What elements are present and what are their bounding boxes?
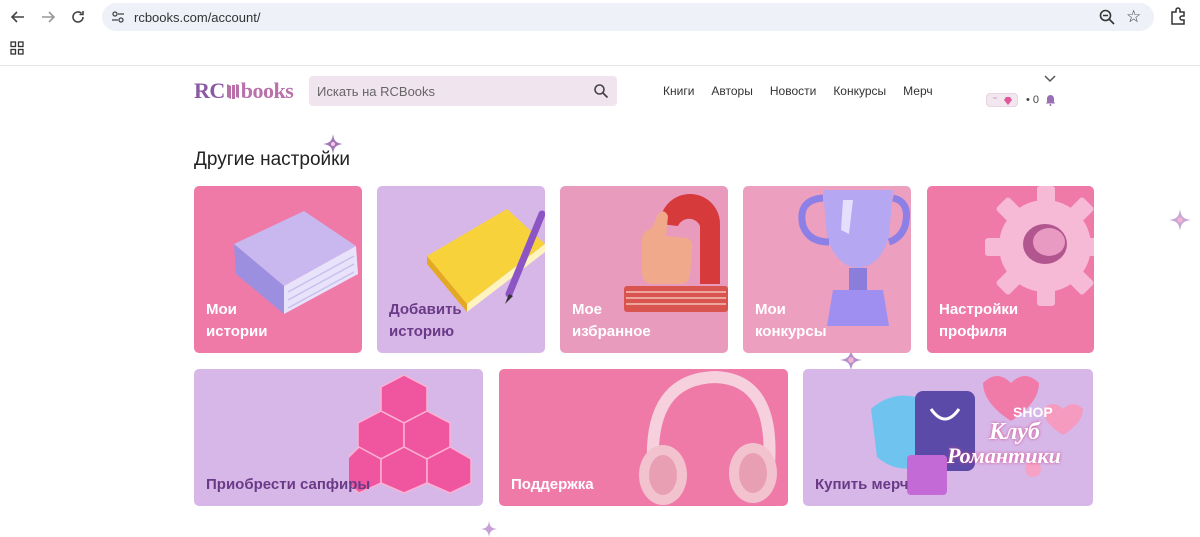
gem-icon bbox=[993, 97, 1012, 105]
bell-icon[interactable] bbox=[1045, 94, 1056, 106]
logo-book-icon bbox=[226, 84, 239, 99]
card-buy-merch[interactable]: SHOP Клуб Романтики Купить мерч bbox=[803, 369, 1093, 506]
chevron-down-icon[interactable] bbox=[1044, 74, 1056, 84]
card-add-story[interactable]: Добавить историю bbox=[377, 186, 545, 353]
merch-romance-text: Романтики bbox=[947, 443, 1061, 468]
search-input[interactable] bbox=[309, 76, 579, 106]
card-label: Поддержка bbox=[511, 476, 594, 493]
card-label: Мои конкурсы bbox=[755, 301, 827, 340]
sparkle-icon bbox=[1169, 209, 1191, 231]
back-arrow-icon[interactable] bbox=[7, 6, 29, 28]
nav-merch[interactable]: Мерч bbox=[903, 84, 932, 98]
apps-grid-icon[interactable] bbox=[10, 41, 24, 55]
address-bar[interactable]: rcbooks.com/account/ ☆ bbox=[102, 3, 1154, 31]
top-navigation: Книги Авторы Новости Конкурсы Мерч bbox=[663, 84, 950, 98]
logo-books: books bbox=[240, 78, 294, 103]
card-label: Мое избранное bbox=[572, 301, 651, 340]
nav-books[interactable]: Книги bbox=[663, 84, 694, 98]
nav-contests[interactable]: Конкурсы bbox=[833, 84, 886, 98]
thumbs-up-icon bbox=[624, 194, 728, 312]
card-label: Настройки профиля bbox=[939, 301, 1019, 340]
browser-chrome: rcbooks.com/account/ ☆ bbox=[0, 0, 1200, 66]
card-favorites[interactable]: Мое избранное bbox=[560, 186, 728, 353]
bookmark-star-icon[interactable]: ☆ bbox=[1126, 7, 1141, 27]
card-support[interactable]: Поддержка bbox=[499, 369, 788, 506]
reload-icon[interactable] bbox=[67, 6, 89, 28]
logo-rc: RC bbox=[194, 78, 225, 103]
sapphire-balance-chip[interactable] bbox=[986, 93, 1018, 107]
card-label: Купить мерч bbox=[815, 476, 909, 493]
card-my-stories[interactable]: Мои истории bbox=[194, 186, 362, 353]
nav-authors[interactable]: Авторы bbox=[711, 84, 752, 98]
notebook-pencil-icon bbox=[427, 209, 545, 312]
notification-count: • 0 bbox=[1026, 94, 1040, 106]
site-logo[interactable]: RC books bbox=[194, 78, 294, 106]
nav-news[interactable]: Новости bbox=[770, 84, 816, 98]
search-box bbox=[309, 76, 617, 106]
card-label: Приобрести сапфиры bbox=[206, 476, 371, 493]
card-my-contests[interactable]: Мои конкурсы bbox=[743, 186, 911, 353]
zoom-icon[interactable] bbox=[1098, 8, 1116, 26]
book-icon bbox=[234, 211, 358, 314]
card-profile-settings[interactable]: Настройки профиля bbox=[927, 186, 1094, 353]
forward-arrow-icon[interactable] bbox=[37, 6, 59, 28]
sparkle-icon bbox=[481, 521, 497, 537]
gear-icon bbox=[985, 186, 1094, 306]
card-label: Добавить историю bbox=[389, 301, 462, 340]
search-icon[interactable] bbox=[593, 83, 609, 99]
headphones-icon bbox=[639, 370, 777, 505]
url-text[interactable]: rcbooks.com/account/ bbox=[134, 10, 260, 25]
extensions-icon[interactable] bbox=[1168, 6, 1188, 26]
card-label: Мои истории bbox=[206, 301, 268, 340]
section-title: Другие настройки bbox=[194, 149, 351, 170]
card-buy-sapphires[interactable]: Приобрести сапфиры bbox=[194, 369, 483, 506]
site-settings-icon[interactable] bbox=[110, 9, 126, 25]
merch-shop-text: SHOP bbox=[1013, 404, 1053, 420]
merch-club-text: Клуб bbox=[989, 419, 1040, 445]
